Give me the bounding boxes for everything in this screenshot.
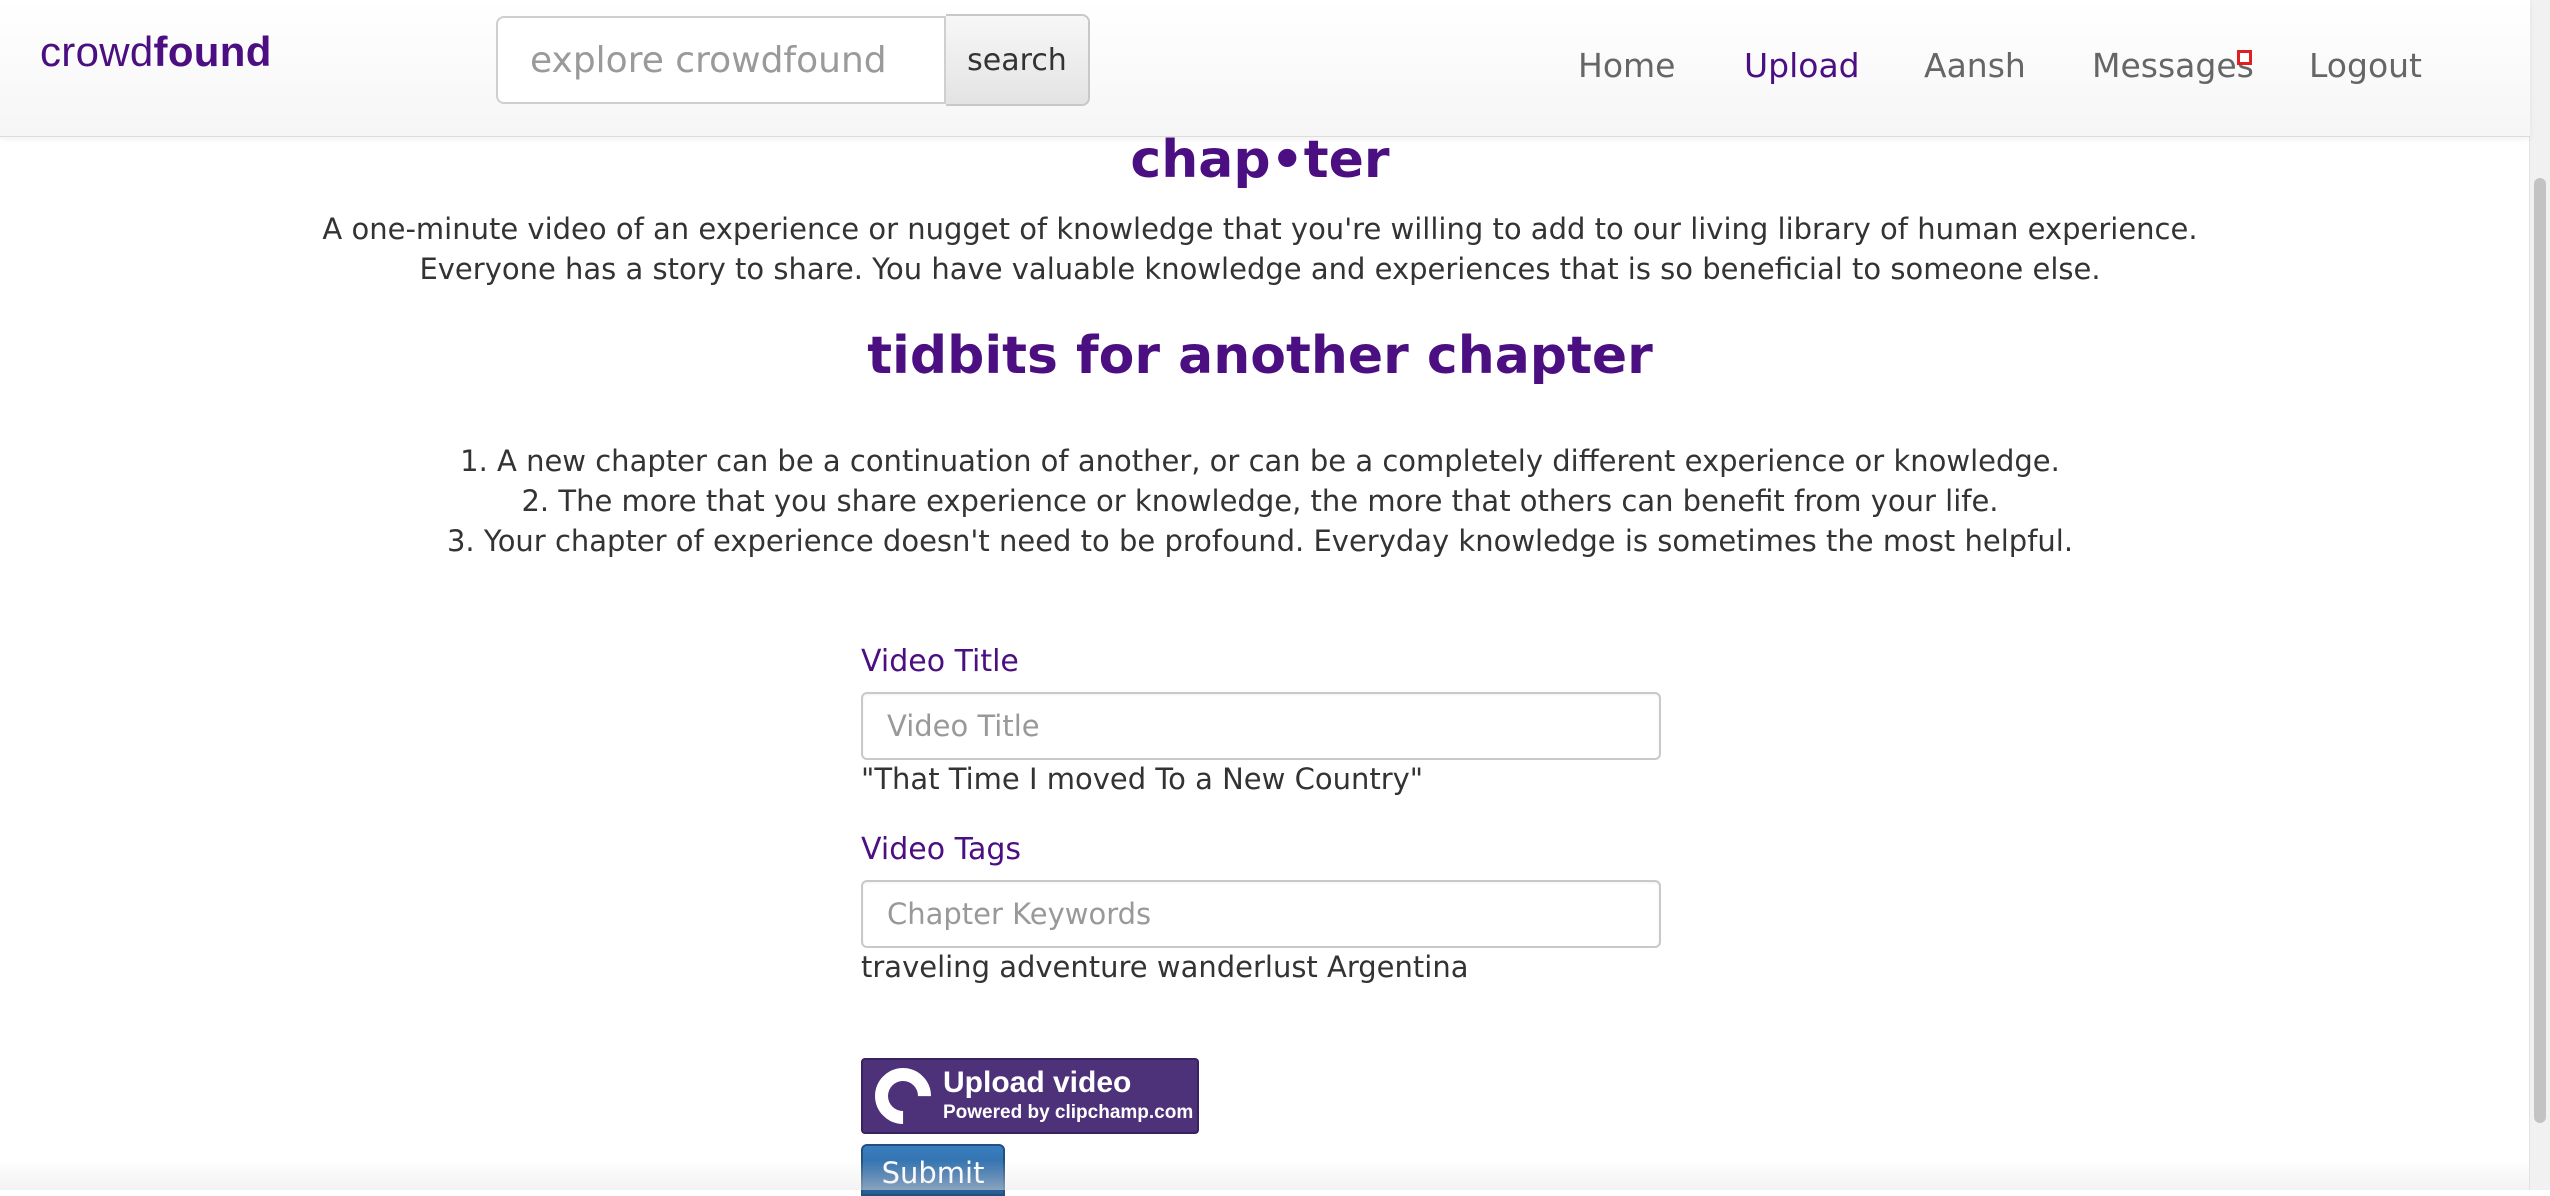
video-tags-input[interactable] — [861, 880, 1661, 948]
list-item: 1. A new chapter can be a continuation o… — [460, 444, 2060, 478]
list-item: 3. Your chapter of experience doesn't ne… — [446, 524, 2074, 558]
tidbits-heading: tidbits for another chapter — [867, 326, 1653, 386]
page-title: chap•ter — [1130, 130, 1390, 190]
upload-video-label: Upload video — [943, 1066, 1132, 1099]
intro-line-2: Everyone has a story to share. You have … — [419, 252, 2101, 286]
intro-text: A one-minute video of an experience or n… — [0, 209, 2520, 289]
nav-links: Home Upload Aansh Messages Logout — [0, 46, 2530, 96]
video-title-example: "That Time I moved To a New Country" — [861, 762, 1424, 796]
video-title-label: Video Title — [861, 644, 1019, 679]
list-item: 2. The more that you share experience or… — [521, 484, 1999, 518]
tidbits-list: 1. A new chapter can be a continuation o… — [0, 441, 2520, 561]
video-tags-label: Video Tags — [861, 832, 1022, 867]
upload-powered-by: Powered by clipchamp.com — [943, 1102, 1194, 1123]
nav-messages-link[interactable]: Messages — [2092, 46, 2254, 85]
nav-logout-link[interactable]: Logout — [2309, 46, 2422, 85]
scrollbar-thumb[interactable] — [2534, 178, 2546, 1123]
video-tags-example: traveling adventure wanderlust Argentina — [861, 950, 1469, 984]
clipchamp-logo-icon — [863, 1056, 943, 1136]
nav-home-link[interactable]: Home — [1578, 46, 1675, 85]
top-navbar: crowdfound search Home Upload Aansh Mess… — [0, 0, 2530, 137]
video-title-input[interactable] — [861, 692, 1661, 760]
page-scrollbar[interactable] — [2529, 0, 2550, 1190]
nav-profile-link[interactable]: Aansh — [1924, 46, 2026, 85]
bottom-fade — [0, 1160, 2530, 1190]
upload-video-button[interactable]: Upload video Powered by clipchamp.com — [861, 1056, 1199, 1136]
new-message-badge-icon — [2237, 50, 2252, 65]
intro-line-1: A one-minute video of an experience or n… — [322, 212, 2198, 246]
nav-upload-link[interactable]: Upload — [1744, 46, 1860, 85]
